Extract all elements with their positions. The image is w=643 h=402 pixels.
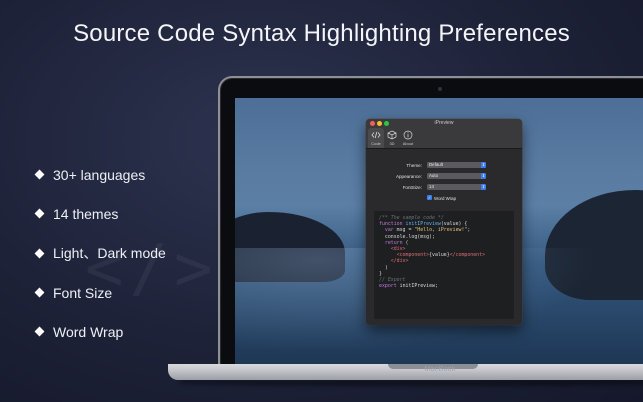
diamond-bullet-icon bbox=[34, 169, 45, 180]
diamond-bullet-icon bbox=[34, 208, 45, 219]
preferences-toolbar: Code 3D About bbox=[366, 128, 522, 149]
code-token: export bbox=[379, 283, 400, 290]
feature-label: Word Wrap bbox=[53, 323, 124, 340]
window-titlebar[interactable]: iPreview bbox=[366, 119, 522, 128]
tab-3d[interactable]: 3D bbox=[384, 128, 400, 148]
wordwrap-checkbox[interactable]: ✓ bbox=[427, 195, 432, 200]
code-token: <div> bbox=[390, 246, 406, 253]
feature-label: 14 themes bbox=[53, 205, 119, 222]
fontsize-label: FontSize: bbox=[402, 185, 422, 190]
tab-label: Code bbox=[371, 141, 381, 146]
code-token: /** The sample code */ bbox=[379, 215, 444, 221]
theme-label: Theme: bbox=[406, 163, 422, 168]
feature-label: Font Size bbox=[53, 284, 113, 301]
laptop-shadow bbox=[180, 380, 643, 386]
code-token: {value} bbox=[429, 252, 450, 259]
code-token: <component> bbox=[396, 252, 430, 259]
feature-label: 30+ languages bbox=[53, 166, 146, 183]
wordwrap-label: Word Wrap bbox=[434, 195, 457, 201]
feature-item: Word Wrap bbox=[34, 312, 166, 351]
tab-label: 3D bbox=[389, 141, 395, 146]
code-token: // Export bbox=[379, 277, 406, 284]
tab-code[interactable]: Code bbox=[368, 128, 384, 148]
code-token: msg = bbox=[396, 227, 415, 234]
diamond-bullet-icon bbox=[34, 326, 45, 337]
code-preview: /** The sample code */function initIPrev… bbox=[374, 211, 514, 319]
tab-label: About bbox=[402, 141, 414, 146]
code-token: initIPreview bbox=[405, 221, 441, 228]
code-token: "Hello, iPreview!" bbox=[414, 227, 468, 234]
code-token: var bbox=[384, 227, 397, 234]
feature-item: Font Size bbox=[34, 273, 166, 312]
chevron-updown-icon: ⇕ bbox=[481, 162, 486, 168]
code-icon bbox=[371, 131, 381, 139]
code-token: ; bbox=[467, 227, 471, 234]
theme-select[interactable]: Default ⇕ bbox=[427, 162, 486, 168]
code-line: export initIPreview; bbox=[379, 283, 509, 289]
code-token: function bbox=[379, 221, 406, 228]
preferences-window: iPreview Code 3D About Theme: Default ⇕ … bbox=[366, 119, 522, 325]
appearance-row: Appearance: Auto ⇕ bbox=[366, 173, 522, 181]
code-token: ) bbox=[379, 264, 388, 271]
feature-item: 30+ languages bbox=[34, 155, 166, 194]
tab-about[interactable]: About bbox=[400, 128, 416, 148]
appearance-select[interactable]: Auto ⇕ bbox=[427, 173, 486, 179]
fontsize-select[interactable]: 14 ⇕ bbox=[427, 184, 486, 190]
code-token: ( bbox=[405, 239, 409, 246]
fontsize-row: FontSize: 14 ⇕ bbox=[366, 184, 522, 192]
feature-list: 30+ languages 14 themes Light、Dark mode … bbox=[34, 155, 166, 351]
cube-icon bbox=[387, 130, 397, 140]
diamond-bullet-icon bbox=[34, 287, 45, 298]
fontsize-value: 14 bbox=[429, 184, 434, 189]
appearance-label: Appearance: bbox=[395, 174, 422, 179]
wordwrap-row: ✓ Word Wrap bbox=[366, 195, 522, 203]
theme-row: Theme: Default ⇕ bbox=[366, 162, 522, 170]
preferences-form: Theme: Default ⇕ Appearance: Auto ⇕ Font… bbox=[366, 149, 522, 207]
theme-value: Default bbox=[429, 162, 443, 167]
code-token: </div> bbox=[390, 258, 409, 265]
feature-item: 14 themes bbox=[34, 194, 166, 233]
code-token: </component> bbox=[449, 252, 486, 259]
chevron-updown-icon: ⇕ bbox=[481, 173, 486, 179]
chevron-updown-icon: ⇕ bbox=[481, 184, 486, 190]
camera-icon bbox=[438, 87, 442, 91]
appearance-value: Auto bbox=[429, 173, 439, 178]
info-icon bbox=[403, 130, 413, 140]
diamond-bullet-icon bbox=[34, 248, 45, 259]
feature-item: Light、Dark mode bbox=[34, 234, 166, 273]
feature-label: Light、Dark mode bbox=[53, 245, 166, 262]
window-title: iPreview bbox=[434, 120, 454, 126]
code-token: (value) { bbox=[440, 221, 468, 228]
page-headline: Source Code Syntax Highlighting Preferen… bbox=[73, 20, 570, 47]
code-token: } bbox=[379, 270, 382, 277]
code-token: return bbox=[384, 239, 406, 246]
laptop-brand-label: MacBook bbox=[424, 366, 456, 373]
code-token: console.log(msg); bbox=[379, 233, 435, 240]
code-token: initIPreview; bbox=[399, 283, 438, 290]
